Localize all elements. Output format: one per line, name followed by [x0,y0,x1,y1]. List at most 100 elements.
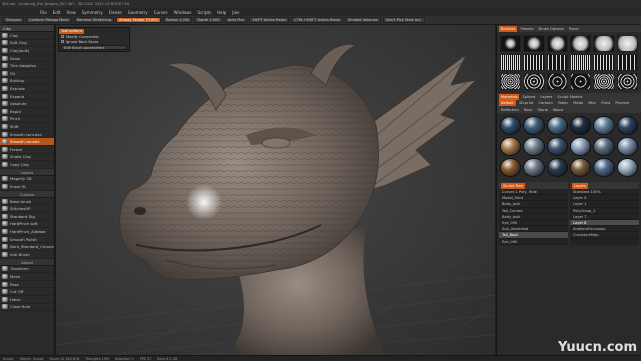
brush-item[interactable]: Expand [0,93,54,101]
brush-item[interactable]: Erase 3L [0,183,54,191]
brush-item[interactable]: Extrude [0,85,54,93]
brush-item[interactable]: Snake Clay [0,154,54,162]
material-sphere[interactable] [546,116,568,135]
layers-tab[interactable]: Layers [572,182,588,189]
brush-item[interactable]: Base brush [0,198,54,206]
brush-item[interactable]: Anti Brush [0,251,54,259]
panel-tab[interactable]: Panel [567,26,581,32]
material-sphere[interactable] [546,137,568,156]
brush-item[interactable]: Soft Clay [0,40,54,48]
panel-tab[interactable]: Presets [518,26,535,32]
panel-tab[interactable]: Stone [535,107,549,113]
panel-tab[interactable]: 3D-print [517,100,536,106]
panel-tab[interactable]: Materials [499,93,520,100]
material-sphere[interactable] [593,158,615,177]
brush-alpha-thumbnail[interactable] [593,35,615,52]
sculpt-tree-item[interactable]: Eye_000 [499,239,568,245]
menu-item-curves[interactable]: Curves [154,10,168,15]
panel-tab[interactable]: Brush Options [537,26,566,32]
brush-item[interactable]: Cut Off [0,288,54,296]
menu-item-help[interactable]: Help [217,10,226,15]
menu-item-symmetry[interactable]: Symmetry [82,10,103,15]
material-sphere[interactable] [523,116,545,135]
brush-item[interactable]: Absolute [0,100,54,108]
brush-item[interactable]: Shift [0,123,54,131]
brush-alpha-thumbnail[interactable] [523,35,545,52]
panel-tab[interactable]: Layers [538,94,554,100]
material-sphere[interactable] [616,116,638,135]
toolbar-option[interactable]: SHIFT Action Relax [249,17,290,23]
material-sphere[interactable] [500,116,522,135]
material-sphere[interactable] [616,137,638,156]
brush-item[interactable]: Pose [0,281,54,289]
brush-alpha-thumbnail[interactable] [570,35,592,52]
panel-tab[interactable]: Sculpt Models [555,94,584,100]
brush-alpha-thumbnail[interactable] [523,73,545,90]
brush-item[interactable]: Standard Dig [0,213,54,221]
panel-tab[interactable]: Reflection [499,107,521,113]
brush-item[interactable]: Rapid [0,108,54,116]
brush-item[interactable]: Smooth concave [0,131,54,139]
toolbar-option[interactable]: Remove Stretching [73,17,115,23]
option-ignore-back-faces[interactable]: Ignore Back Faces [59,39,129,44]
panel-tab[interactable]: Metal [571,100,585,106]
panel-tab[interactable]: Splines [520,94,537,100]
brush-item[interactable]: Close Hole [0,304,54,312]
material-sphere[interactable] [523,137,545,156]
toolbar-option[interactable]: Auto Pick [224,17,248,23]
brush-alpha-thumbnail[interactable] [616,35,638,52]
brush-item[interactable]: Holes [0,296,54,304]
menu-item-freeze[interactable]: Freeze [109,10,122,15]
material-sphere[interactable] [593,137,615,156]
brush-item[interactable]: Freeze [0,146,54,154]
menu-item-edit[interactable]: Edit [53,10,61,15]
toolbar-option[interactable]: Conform Retopo Mesh [26,17,72,23]
brush-item[interactable]: Smooth convex [0,138,54,146]
material-sphere[interactable] [523,158,545,177]
brush-item[interactable]: Copy Clay [0,161,54,169]
brush-alpha-thumbnail[interactable] [546,54,568,71]
panel-tab[interactable]: Wood [551,107,565,113]
toolbar-option[interactable]: Depth 1.000 [194,17,223,23]
brush-item[interactable]: Draw [0,55,54,63]
panel-tab[interactable]: Brushes [499,25,518,32]
menu-item-geometry[interactable]: Geometry [128,10,148,15]
tool-options-tab[interactable]: Tool options [59,29,85,34]
brush-alpha-thumbnail[interactable] [523,54,545,71]
brush-alpha-thumbnail[interactable] [546,73,568,90]
menu-item-scripts[interactable]: Scripts [197,10,211,15]
brush-item[interactable]: HardPinch_Aldebar [0,228,54,236]
brush-item[interactable]: Smooth Polish [0,236,54,244]
sculpt-viewport[interactable]: Tool options Modify Connected Ignore Bac… [56,25,495,356]
brush-item[interactable]: Transform [0,266,54,274]
material-sphere[interactable] [500,158,522,177]
brush-item[interactable]: Clay(bulk) [0,47,54,55]
checkbox-icon[interactable] [61,35,64,38]
panel-tab[interactable]: Polymer [613,100,632,106]
brush-item[interactable]: Fill [0,70,54,78]
brush-alpha-thumbnail[interactable] [500,35,522,52]
panel-tab[interactable]: Misc [586,100,598,106]
brush-alpha-thumbnail[interactable] [616,73,638,90]
dragon-model[interactable] [56,25,495,356]
brush-item[interactable]: Buildup [0,78,54,86]
material-sphere[interactable] [593,116,615,135]
brush-alpha-thumbnail[interactable] [593,73,615,90]
brush-item[interactable]: Clay [0,32,54,40]
toolbar-option[interactable]: Steady Stroke 70.000 [116,17,161,23]
brush-item[interactable]: Move [0,273,54,281]
menu-item-windows[interactable]: Windows [174,10,192,15]
brush-alpha-thumbnail[interactable] [570,54,592,71]
panel-tab[interactable]: Plant [599,100,612,106]
material-sphere[interactable] [616,158,638,177]
brush-alpha-thumbnail[interactable] [570,73,592,90]
material-sphere[interactable] [500,137,522,156]
brush-alpha-thumbnail[interactable] [500,73,522,90]
toolbar-option[interactable]: Shaded Volumes [344,17,381,23]
menu-item-file[interactable]: File [40,10,47,15]
checkbox-icon[interactable] [61,40,64,43]
panel-tab[interactable]: Fabric [556,100,571,106]
layer-item[interactable]: CurvatureMap [570,232,639,239]
brush-item[interactable]: Pinch [0,116,54,124]
brush-alpha-thumbnail[interactable] [616,54,638,71]
